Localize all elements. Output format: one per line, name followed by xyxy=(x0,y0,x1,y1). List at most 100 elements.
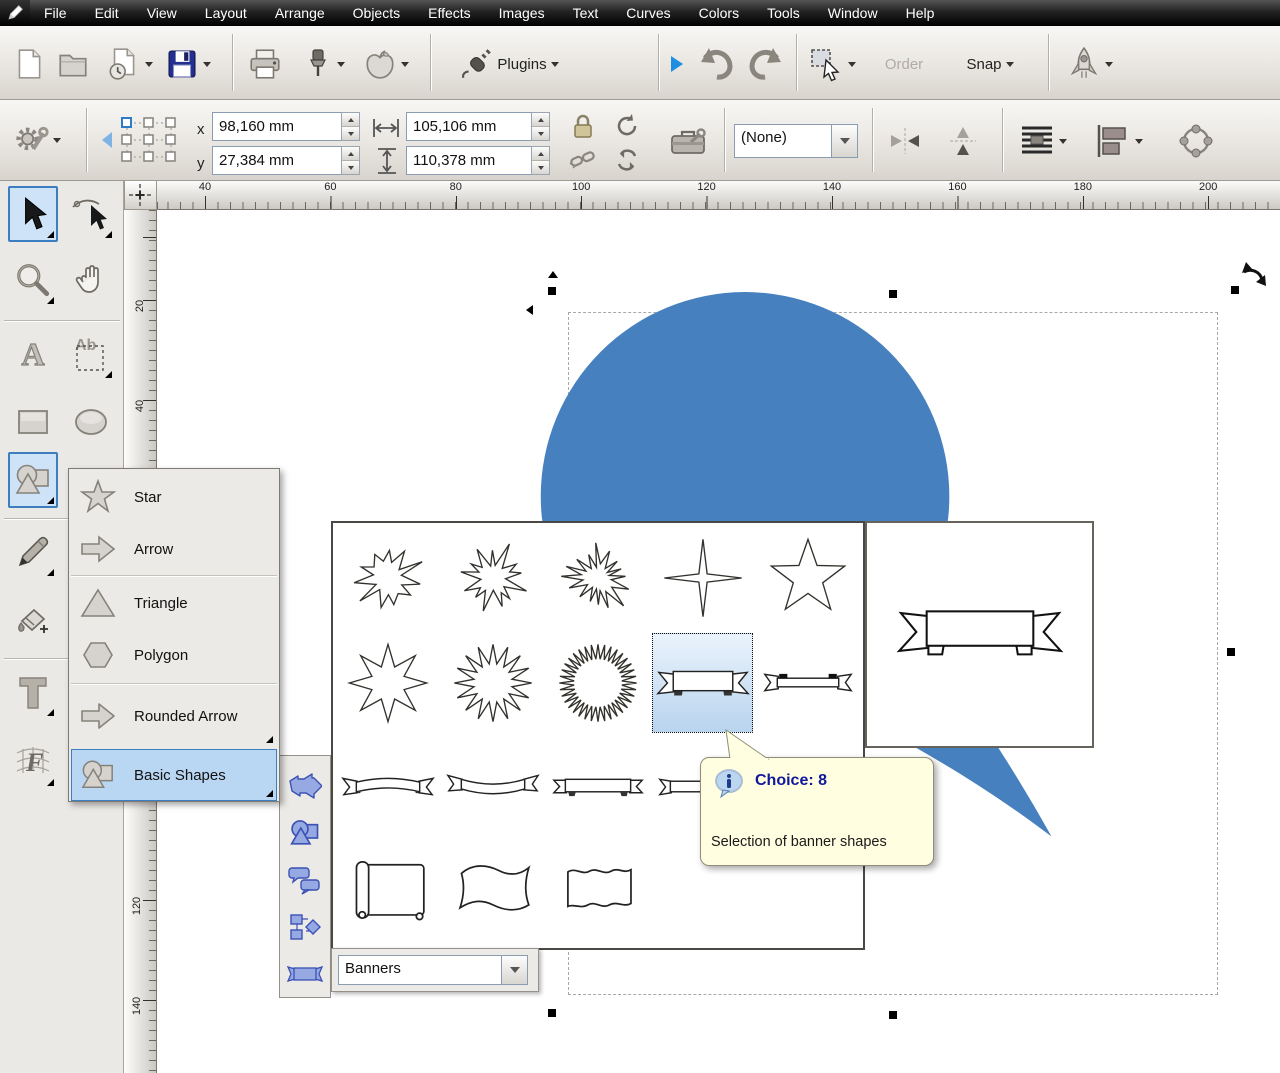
selection-handle[interactable] xyxy=(889,1011,897,1019)
flyout-item-polygon[interactable]: Polygon xyxy=(71,629,277,681)
category-button-speech-bubbles[interactable] xyxy=(285,860,325,900)
menu-item-images[interactable]: Images xyxy=(485,0,559,26)
menu-item-arrange[interactable]: Arrange xyxy=(261,0,339,26)
selection-handle[interactable] xyxy=(1227,648,1235,656)
y-spinner[interactable] xyxy=(341,146,360,175)
flyout-item-star[interactable]: Star xyxy=(71,471,277,523)
selection-handle[interactable] xyxy=(889,290,897,298)
bitmap-gallery-button[interactable] xyxy=(356,38,416,90)
selection-handle[interactable] xyxy=(548,1009,556,1017)
pan-tool[interactable] xyxy=(66,252,116,308)
category-dropdown-button[interactable] xyxy=(501,956,527,984)
selection-handle[interactable] xyxy=(548,287,556,295)
gallery-shape-star-8[interactable] xyxy=(337,633,438,733)
gallery-shape-flag-wave[interactable] xyxy=(442,842,543,942)
flyout-item-triangle[interactable]: Triangle xyxy=(71,577,277,629)
gallery-shape-burst-11[interactable] xyxy=(337,528,438,628)
menu-item-edit[interactable]: Edit xyxy=(81,0,133,26)
height-input[interactable] xyxy=(406,146,532,175)
flyout-item-rounded-arrow[interactable]: Rounded Arrow xyxy=(71,685,277,747)
category-dropdown[interactable]: Banners xyxy=(338,955,528,985)
tool-options-button[interactable] xyxy=(8,116,66,164)
lock-aspect-button[interactable] xyxy=(566,110,600,142)
menu-item-window[interactable]: Window xyxy=(814,0,892,26)
zoom-tool[interactable] xyxy=(8,252,58,308)
plugins-button[interactable]: Plugins xyxy=(444,38,574,90)
y-position-input[interactable] xyxy=(212,146,342,175)
toolbox-button[interactable] xyxy=(662,118,714,164)
drag-select-button[interactable] xyxy=(804,38,860,90)
gallery-shape-burst-16[interactable] xyxy=(547,528,648,628)
order-button[interactable]: Order xyxy=(872,38,936,90)
collapse-arrow-icon[interactable] xyxy=(94,132,112,148)
menu-item-layout[interactable]: Layout xyxy=(191,0,261,26)
text-selection-tool[interactable]: Ab xyxy=(66,326,116,382)
stacking-order-button[interactable] xyxy=(1014,120,1072,162)
x-spinner[interactable] xyxy=(341,112,360,141)
pushpin-button[interactable] xyxy=(296,38,352,90)
rotate-button[interactable] xyxy=(608,108,646,144)
style-dropdown-button[interactable] xyxy=(831,125,857,157)
category-button-banner-blue[interactable] xyxy=(285,954,325,994)
gallery-shape-banner-straight[interactable] xyxy=(547,737,648,837)
gallery-shape-banner-flat[interactable] xyxy=(757,633,858,733)
rectangle-tool[interactable] xyxy=(8,394,58,450)
freehand-tool[interactable] xyxy=(8,524,58,580)
gallery-shape-sunburst[interactable] xyxy=(547,633,648,733)
menu-item-text[interactable]: Text xyxy=(559,0,613,26)
category-button-double-arrow[interactable] xyxy=(285,766,325,806)
category-button-flowchart-shapes[interactable] xyxy=(285,907,325,947)
quickshape-tool[interactable] xyxy=(8,452,58,508)
mould-tool[interactable]: F xyxy=(8,734,58,790)
menu-item-objects[interactable]: Objects xyxy=(339,0,414,26)
anchor-point-grid[interactable] xyxy=(120,114,180,166)
import-button[interactable] xyxy=(100,38,158,90)
undo-button[interactable] xyxy=(692,38,740,90)
ellipse-tool[interactable] xyxy=(66,394,116,450)
gallery-shape-flag-double-wave[interactable] xyxy=(547,842,648,942)
selector-tool[interactable] xyxy=(8,186,58,242)
gallery-shape-star-16[interactable] xyxy=(442,633,543,733)
save-button[interactable] xyxy=(158,38,218,90)
flip-vertical-button[interactable] xyxy=(942,122,984,160)
menu-item-effects[interactable]: Effects xyxy=(414,0,485,26)
menu-item-tools[interactable]: Tools xyxy=(753,0,814,26)
height-spinner[interactable] xyxy=(531,146,550,175)
gallery-shape-banner-arc[interactable] xyxy=(337,737,438,837)
gallery-shape-banner-classic[interactable] xyxy=(652,632,753,733)
rotation-center-button[interactable] xyxy=(1172,120,1220,162)
gallery-shape-banner-curve[interactable] xyxy=(442,737,543,837)
flyout-item-arrow[interactable]: Arrow xyxy=(71,523,277,575)
unlink-button[interactable] xyxy=(566,144,600,176)
width-input[interactable] xyxy=(406,112,532,141)
gallery-shape-star-4[interactable] xyxy=(652,528,753,628)
style-dropdown[interactable]: (None) xyxy=(734,124,858,158)
menu-item-help[interactable]: Help xyxy=(892,0,949,26)
fill-tool[interactable] xyxy=(8,594,58,650)
x-position-input[interactable] xyxy=(212,112,342,141)
flip-horizontal-button[interactable] xyxy=(884,122,926,160)
gallery-shape-scroll[interactable] xyxy=(337,842,438,942)
redo-button[interactable] xyxy=(742,38,790,90)
play-button[interactable] xyxy=(664,38,690,90)
menu-item-view[interactable]: View xyxy=(133,0,191,26)
new-document-button[interactable] xyxy=(8,38,50,90)
flyout-item-basic-shapes[interactable]: Basic Shapes xyxy=(71,749,277,801)
refresh-button[interactable] xyxy=(608,142,646,178)
menu-item-file[interactable]: File xyxy=(30,0,81,26)
open-button[interactable] xyxy=(52,38,94,90)
alignment-button[interactable] xyxy=(1090,120,1148,162)
snap-button[interactable]: Snap xyxy=(946,38,1034,90)
rocket-button[interactable] xyxy=(1060,38,1120,90)
width-spinner[interactable] xyxy=(531,112,550,141)
gallery-shape-burst-13[interactable] xyxy=(442,528,543,628)
menu-item-curves[interactable]: Curves xyxy=(612,0,684,26)
text-style-tool[interactable]: A xyxy=(8,326,58,382)
menu-item-colors[interactable]: Colors xyxy=(685,0,753,26)
shape-editor-tool[interactable] xyxy=(66,186,116,242)
category-button-quickshape-blue[interactable] xyxy=(285,813,325,853)
text-tool[interactable] xyxy=(8,664,58,720)
print-button[interactable] xyxy=(242,38,288,90)
ruler-origin[interactable] xyxy=(124,180,157,210)
gallery-shape-star-5[interactable] xyxy=(757,528,858,628)
